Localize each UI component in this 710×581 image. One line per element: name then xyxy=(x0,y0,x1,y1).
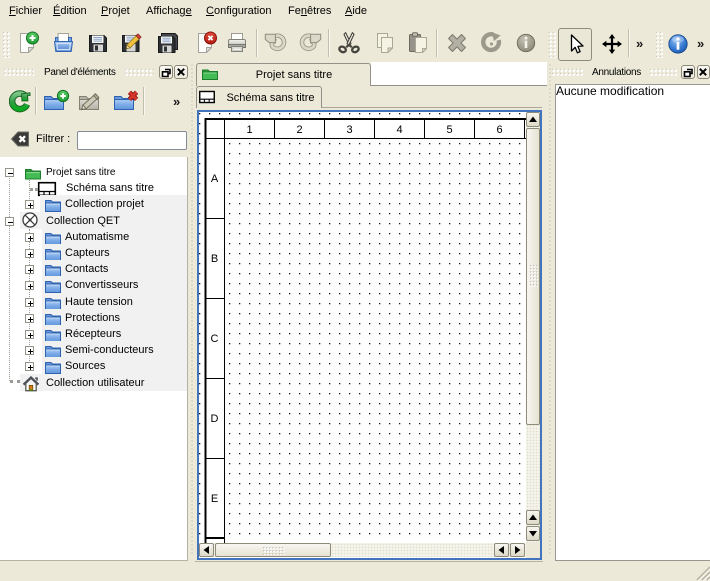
svg-text:1: 1 xyxy=(246,124,252,136)
svg-text:A: A xyxy=(211,173,219,185)
svg-text:4: 4 xyxy=(396,124,402,136)
svg-text:E: E xyxy=(211,493,218,505)
svg-text:C: C xyxy=(211,333,219,345)
svg-text:6: 6 xyxy=(496,124,502,136)
svg-text:B: B xyxy=(211,253,218,265)
svg-text:3: 3 xyxy=(346,124,352,136)
svg-text:D: D xyxy=(211,413,219,425)
svg-text:5: 5 xyxy=(446,124,452,136)
svg-text:2: 2 xyxy=(296,124,302,136)
